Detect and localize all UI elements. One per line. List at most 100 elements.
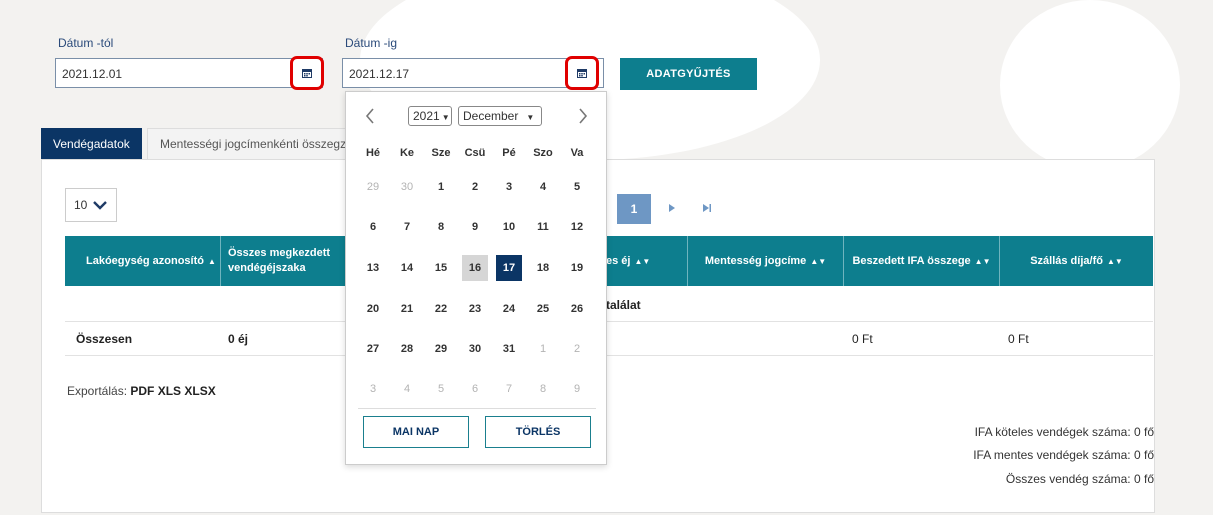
chevron-down-icon: ▼ <box>526 113 535 122</box>
pager-current-page[interactable]: 1 <box>617 194 651 224</box>
calendar-day[interactable]: 25 <box>530 296 556 322</box>
calendar-day[interactable]: 11 <box>530 214 556 240</box>
calendar-day[interactable]: 8 <box>428 214 454 240</box>
calendar-day[interactable]: 20 <box>360 296 386 322</box>
weekday-label: Csü <box>464 147 486 159</box>
column-header-taxable-nights[interactable]: es éj ▲▼ <box>606 236 688 286</box>
summary-total-guests: Összes vendég száma: 0 fő <box>1005 472 1154 486</box>
date-from-calendar-button[interactable] <box>290 56 324 90</box>
calendar-day-today[interactable]: 16 <box>462 255 488 281</box>
calendar-day[interactable]: 27 <box>360 336 386 362</box>
year-select[interactable]: 2021 ▼ <box>408 106 452 126</box>
table-header: Lakóegység azonosító ▲ Összes megkezdett … <box>65 236 1153 286</box>
calendar-day[interactable]: 13 <box>360 255 386 281</box>
calendar-day[interactable]: 24 <box>496 296 522 322</box>
total-ifa: 0 Ft <box>852 332 873 346</box>
total-fee: 0 Ft <box>1008 332 1029 346</box>
calendar-day[interactable]: 22 <box>428 296 454 322</box>
table-row-total: Összesen 0 éj 0 Ft 0 Ft <box>65 322 1153 356</box>
sort-icon: ▲▼ <box>810 256 827 266</box>
calendar-day[interactable]: 3 <box>496 174 522 200</box>
calendar-day[interactable]: 6 <box>462 376 488 402</box>
export-formats[interactable]: PDF XLS XLSX <box>130 384 215 398</box>
empty-message: találat <box>606 298 641 312</box>
date-to-calendar-button[interactable] <box>565 56 599 90</box>
calendar-day[interactable]: 8 <box>530 376 556 402</box>
tab-guest-data[interactable]: Vendégadatok <box>41 128 142 160</box>
calendar-day[interactable]: 3 <box>360 376 386 402</box>
calendar-day[interactable]: 5 <box>564 174 590 200</box>
calendar-day[interactable]: 26 <box>564 296 590 322</box>
summary-ifa-taxable: IFA köteles vendégek száma: 0 fő <box>974 425 1154 439</box>
prev-month-icon[interactable] <box>365 108 375 124</box>
column-header-fee-per-person[interactable]: Szállás díja/fő ▲▼ <box>1000 236 1153 286</box>
date-from-label: Dátum -tól <box>58 36 114 50</box>
calendar-day[interactable]: 21 <box>394 296 420 322</box>
weekday-label: Va <box>570 147 584 159</box>
column-header-ifa-amount[interactable]: Beszedett IFA összege ▲▼ <box>844 236 1000 286</box>
page-size-value: 10 <box>74 198 88 212</box>
total-label: Összesen <box>76 332 133 346</box>
weekday-label: Hé <box>365 147 381 159</box>
background-shape <box>1000 0 1180 170</box>
calendar-divider <box>358 408 596 409</box>
tab-exemption-summary[interactable]: Mentességi jogcímenkénti összegz <box>147 128 347 160</box>
calendar-day[interactable]: 7 <box>496 376 522 402</box>
calendar-day[interactable]: 9 <box>462 214 488 240</box>
table-row-empty: találat <box>65 286 1153 322</box>
sort-icon: ▲▼ <box>634 256 651 266</box>
chevron-down-icon: ▼ <box>441 113 450 122</box>
weekday-label: Szo <box>533 147 553 159</box>
weekday-label: Sze <box>431 147 451 159</box>
calendar-day[interactable]: 23 <box>462 296 488 322</box>
calendar-day[interactable]: 4 <box>530 174 556 200</box>
calendar-day[interactable]: 19 <box>564 255 590 281</box>
calendar-icon <box>577 69 587 78</box>
calendar-day[interactable]: 29 <box>360 174 386 200</box>
chevron-down-icon <box>93 201 108 210</box>
calendar-day[interactable]: 2 <box>564 336 590 362</box>
clear-button[interactable]: TÖRLÉS <box>485 416 591 448</box>
collect-data-button[interactable]: ADATGYŰJTÉS <box>620 58 757 90</box>
column-header-total-nights[interactable]: Összes megkezdett vendégéjszaka <box>221 236 347 286</box>
calendar-day[interactable]: 12 <box>564 214 590 240</box>
datepicker-popup: 2021 ▼ December ▼ Hé Ke Sze Csü Pé Szo Va … <box>345 91 607 465</box>
today-button[interactable]: MAI NAP <box>363 416 469 448</box>
page-size-select[interactable]: 10 <box>65 188 117 222</box>
next-page-icon[interactable] <box>668 203 676 213</box>
calendar-day[interactable]: 14 <box>394 255 420 281</box>
total-nights: 0 éj <box>228 332 249 346</box>
date-to-label: Dátum -ig <box>345 36 398 50</box>
calendar-day-selected[interactable]: 17 <box>496 255 522 281</box>
calendar-icon <box>302 69 312 78</box>
calendar-day[interactable]: 1 <box>428 174 454 200</box>
page: Dátum -tól 2021.12.01 Dátum -ig 2021.12.… <box>0 0 1213 515</box>
last-page-icon[interactable] <box>702 203 712 213</box>
calendar-day[interactable]: 31 <box>496 336 522 362</box>
calendar-day[interactable]: 28 <box>394 336 420 362</box>
sort-icon: ▲▼ <box>1106 256 1123 266</box>
weekday-label: Ke <box>399 147 415 159</box>
calendar-day[interactable]: 15 <box>428 255 454 281</box>
sort-icon: ▲▼ <box>974 256 991 266</box>
next-month-icon[interactable] <box>578 108 588 124</box>
export-links: Exportálás: PDF XLS XLSX <box>67 384 216 398</box>
calendar-day[interactable]: 9 <box>564 376 590 402</box>
calendar-day[interactable]: 2 <box>462 174 488 200</box>
month-select[interactable]: December ▼ <box>458 106 542 126</box>
calendar-day[interactable]: 4 <box>394 376 420 402</box>
column-header-exemption-title[interactable]: Mentesség jogcíme ▲▼ <box>688 236 844 286</box>
date-from-input[interactable]: 2021.12.01 <box>55 58 323 88</box>
calendar-day[interactable]: 29 <box>428 336 454 362</box>
calendar-day[interactable]: 6 <box>360 214 386 240</box>
weekday-label: Pé <box>502 147 516 159</box>
sort-asc-icon: ▲ <box>207 256 216 266</box>
calendar-day[interactable]: 5 <box>428 376 454 402</box>
calendar-day[interactable]: 30 <box>394 174 420 200</box>
calendar-day[interactable]: 18 <box>530 255 556 281</box>
column-header-unit-id[interactable]: Lakóegység azonosító ▲ <box>65 236 221 286</box>
calendar-day[interactable]: 10 <box>496 214 522 240</box>
calendar-day[interactable]: 1 <box>530 336 556 362</box>
calendar-day[interactable]: 30 <box>462 336 488 362</box>
calendar-day[interactable]: 7 <box>394 214 420 240</box>
